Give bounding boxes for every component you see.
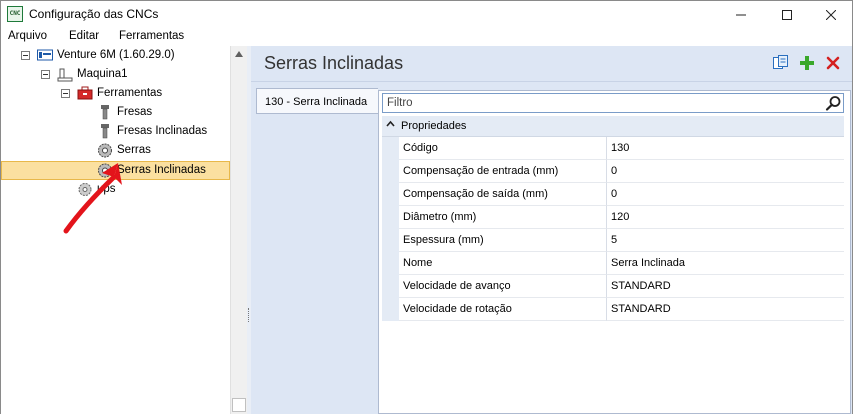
tree-node-label: Maquina1 bbox=[77, 68, 128, 80]
row-gutter bbox=[382, 229, 399, 252]
filter-input[interactable] bbox=[387, 95, 807, 111]
property-name: Compensação de entrada (mm) bbox=[399, 160, 607, 183]
property-row[interactable]: Diâmetro (mm) 120 bbox=[382, 206, 844, 229]
machine-base-icon bbox=[57, 68, 73, 82]
property-value[interactable]: STANDARD bbox=[607, 298, 844, 321]
property-value[interactable]: 0 bbox=[607, 183, 844, 206]
row-gutter bbox=[382, 275, 399, 298]
tree-node-label: Ferramentas bbox=[97, 87, 163, 99]
property-row[interactable]: Compensação de entrada (mm) 0 bbox=[382, 160, 844, 183]
minimize-icon bbox=[736, 14, 746, 16]
property-name: Código bbox=[399, 137, 607, 160]
property-name: Diâmetro (mm) bbox=[399, 206, 607, 229]
property-value[interactable]: STANDARD bbox=[607, 275, 844, 298]
property-row[interactable]: Espessura (mm) 5 bbox=[382, 229, 844, 252]
collapse-icon[interactable] bbox=[61, 89, 70, 98]
drill-bit-icon bbox=[101, 124, 109, 139]
app-window: CNC Configuração das CNCs Arquivo Editar… bbox=[0, 0, 853, 414]
menu-editar[interactable]: Editar bbox=[69, 30, 99, 42]
tree-node-setups[interactable]: ups bbox=[1, 180, 230, 199]
tree-node-label: Serras Inclinadas bbox=[117, 164, 206, 176]
gear-icon bbox=[78, 183, 92, 196]
tree-node-fresas[interactable]: Fresas bbox=[1, 103, 230, 122]
property-content: Propriedades Código 130 Compensação de e… bbox=[378, 90, 851, 414]
property-row[interactable]: Velocidade de avanço STANDARD bbox=[382, 275, 844, 298]
maximize-button[interactable] bbox=[764, 1, 810, 29]
tree-node-label: Serras bbox=[117, 144, 151, 156]
property-row[interactable]: Velocidade de rotação STANDARD bbox=[382, 298, 844, 321]
property-value[interactable]: 5 bbox=[607, 229, 844, 252]
search-icon[interactable] bbox=[825, 95, 842, 112]
property-value[interactable]: 0 bbox=[607, 160, 844, 183]
row-gutter bbox=[382, 137, 399, 160]
property-row[interactable]: Nome Serra Inclinada bbox=[382, 252, 844, 275]
tree-node-serras-inclinadas[interactable]: Serras Inclinadas bbox=[1, 161, 230, 180]
tree-node-label: Fresas bbox=[117, 106, 153, 118]
category-label: Propriedades bbox=[401, 120, 467, 132]
tab-serra-inclinada-130[interactable]: 130 - Serra Inclinada bbox=[256, 88, 378, 114]
tree-node-label: Venture 6M (1.60.29.0) bbox=[57, 49, 175, 61]
collapse-icon[interactable] bbox=[41, 70, 50, 79]
window-title: Configuração das CNCs bbox=[29, 7, 159, 21]
tree-node-venture[interactable]: Venture 6M (1.60.29.0) bbox=[1, 46, 230, 65]
tree-scrollbar[interactable] bbox=[230, 46, 247, 414]
toolbox-icon bbox=[77, 86, 93, 100]
panel-header: Serras Inclinadas bbox=[251, 46, 852, 82]
scroll-thumb[interactable] bbox=[232, 398, 246, 412]
row-gutter bbox=[382, 206, 399, 229]
row-gutter bbox=[382, 183, 399, 206]
tree-node-ferramentas[interactable]: Ferramentas bbox=[1, 84, 230, 103]
drill-bit-icon bbox=[101, 105, 109, 120]
property-value[interactable]: Serra Inclinada bbox=[607, 252, 844, 275]
minimize-button[interactable] bbox=[718, 1, 764, 29]
tree-node-serras[interactable]: Serras bbox=[1, 141, 230, 160]
property-row[interactable]: Código 130 bbox=[382, 137, 844, 160]
chevron-up-icon[interactable] bbox=[386, 120, 395, 128]
property-name: Nome bbox=[399, 252, 607, 275]
saw-blade-icon bbox=[98, 143, 112, 158]
menu-ferramentas[interactable]: Ferramentas bbox=[119, 30, 184, 42]
menu-arquivo[interactable]: Arquivo bbox=[8, 30, 47, 42]
machine-tree: Venture 6M (1.60.29.0) Maquina1 Ferramen… bbox=[1, 46, 230, 414]
maximize-icon bbox=[782, 10, 792, 20]
saw-blade-icon bbox=[98, 163, 112, 178]
property-value[interactable]: 130 bbox=[607, 137, 844, 160]
copy-icon[interactable] bbox=[772, 54, 790, 72]
property-name: Velocidade de rotação bbox=[399, 298, 607, 321]
property-name: Velocidade de avanço bbox=[399, 275, 607, 298]
property-name: Compensação de saída (mm) bbox=[399, 183, 607, 206]
row-gutter bbox=[382, 252, 399, 275]
title-bar: CNC Configuração das CNCs bbox=[1, 1, 852, 29]
tool-tab-list: 130 - Serra Inclinada bbox=[256, 88, 378, 414]
row-gutter bbox=[382, 298, 399, 321]
tree-node-fresas-inclinadas[interactable]: Fresas Inclinadas bbox=[1, 122, 230, 141]
splitter-grip[interactable] bbox=[248, 308, 250, 322]
page-title: Serras Inclinadas bbox=[264, 53, 404, 73]
app-icon: CNC bbox=[7, 6, 23, 22]
category-propriedades[interactable]: Propriedades bbox=[382, 116, 844, 137]
close-icon bbox=[825, 9, 837, 21]
tree-node-label: ups bbox=[97, 183, 116, 195]
row-gutter bbox=[382, 160, 399, 183]
tree-node-label: Fresas Inclinadas bbox=[117, 125, 208, 137]
scroll-up-icon[interactable] bbox=[235, 51, 243, 57]
collapse-icon[interactable] bbox=[21, 51, 30, 60]
property-grid-container: Propriedades Código 130 Compensação de e… bbox=[378, 90, 851, 414]
property-row[interactable]: Compensação de saída (mm) 0 bbox=[382, 183, 844, 206]
filter-field[interactable] bbox=[382, 93, 844, 113]
menu-bar: Arquivo Editar Ferramentas bbox=[1, 29, 852, 46]
machine-icon bbox=[37, 49, 53, 61]
add-icon[interactable] bbox=[798, 54, 816, 72]
tree-node-maquina1[interactable]: Maquina1 bbox=[1, 65, 230, 84]
property-name: Espessura (mm) bbox=[399, 229, 607, 252]
delete-icon[interactable] bbox=[824, 54, 842, 72]
close-button[interactable] bbox=[808, 1, 853, 29]
property-value[interactable]: 120 bbox=[607, 206, 844, 229]
